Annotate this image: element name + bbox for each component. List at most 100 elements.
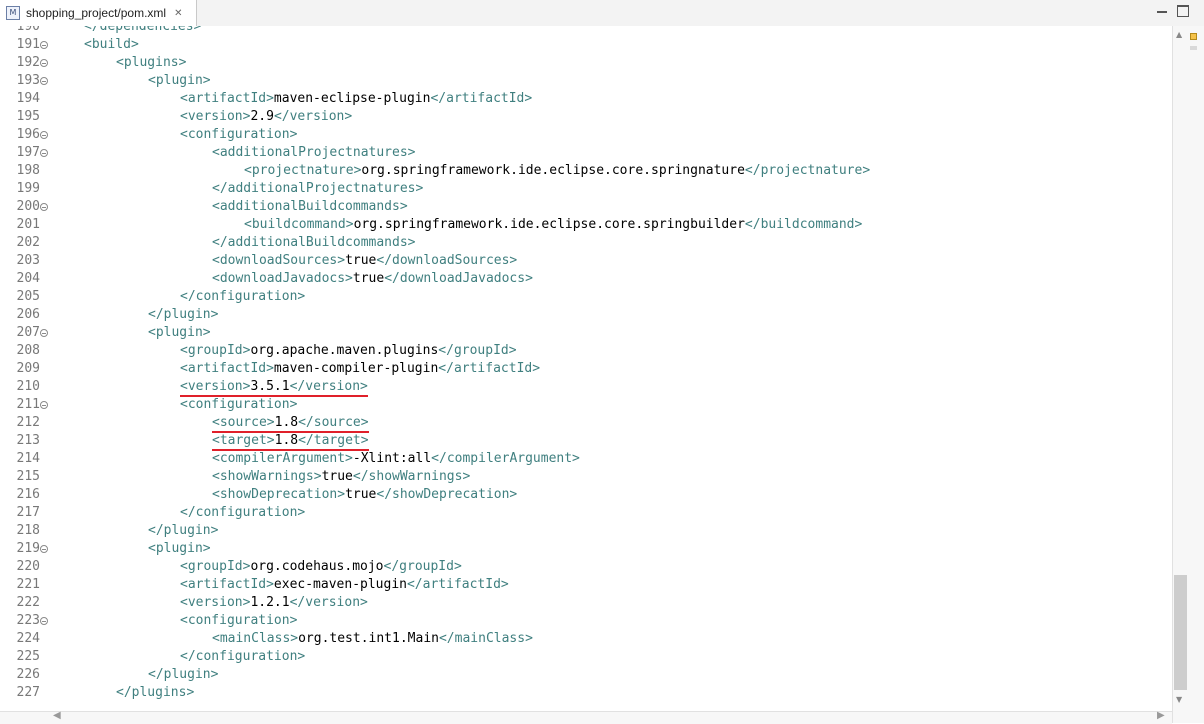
warning-marker-icon[interactable] xyxy=(1190,33,1197,40)
code-line[interactable]: 208 <groupId>org.apache.maven.plugins</gr… xyxy=(0,342,1172,360)
code-line[interactable]: 203 <downloadSources>true</downloadSource… xyxy=(0,252,1172,270)
code-line[interactable]: 224 <mainClass>org.test.int1.Main</mainCl… xyxy=(0,630,1172,648)
code-line[interactable]: 216 <showDeprecation>true</showDeprecatio… xyxy=(0,486,1172,504)
code-line[interactable]: 192 <plugins> xyxy=(0,54,1172,72)
code-line[interactable]: 213 <target>1.8</target> xyxy=(0,432,1172,451)
code-line[interactable]: 221 <artifactId>exec-maven-plugin</artifa… xyxy=(0,576,1172,594)
line-number: 195 xyxy=(16,109,40,124)
xml-end-tag: </showWarnings> xyxy=(352,469,471,484)
xml-value: 3.5.1 xyxy=(250,379,290,394)
xml-code: <compilerArgument>-Xlint:all</compilerAr… xyxy=(212,450,580,468)
xml-code: <build> xyxy=(84,36,139,54)
xml-tag: <artifactId> xyxy=(180,361,274,376)
code-line[interactable]: 206 </plugin> xyxy=(0,306,1172,324)
xml-code: </configuration> xyxy=(180,648,305,666)
xml-tag: </plugins> xyxy=(116,685,195,700)
fold-toggle-icon[interactable] xyxy=(40,617,48,625)
code-line[interactable]: 223 <configuration> xyxy=(0,612,1172,630)
close-icon[interactable]: ✕ xyxy=(174,8,182,19)
fold-toggle-icon[interactable] xyxy=(40,203,48,211)
code-line[interactable]: 198 <projectnature>org.springframework.id… xyxy=(0,162,1172,180)
code-line[interactable]: 210 <version>3.5.1</version> xyxy=(0,378,1172,397)
fold-toggle-icon[interactable] xyxy=(40,41,48,49)
scroll-up-icon[interactable]: ▲ xyxy=(1176,30,1182,39)
xml-tag: </dependencies> xyxy=(84,26,202,34)
xml-end-tag: </version> xyxy=(273,109,353,124)
line-number: 205 xyxy=(16,289,40,304)
code-line[interactable]: 193 <plugin> xyxy=(0,72,1172,90)
xml-end-tag: </artifactId> xyxy=(406,577,509,592)
xml-code: <version>1.2.1</version> xyxy=(180,594,368,612)
xml-source-editor[interactable]: 190 </dependencies> 191 <build> 192 <plugins>… xyxy=(0,26,1172,711)
code-line[interactable]: 204 <downloadJavadocs>true</downloadJavad… xyxy=(0,270,1172,288)
overview-marker xyxy=(1190,46,1197,50)
code-line[interactable]: 222 <version>1.2.1</version> xyxy=(0,594,1172,612)
xml-code: <projectnature>org.springframework.ide.e… xyxy=(244,162,870,180)
xml-tag: <downloadSources> xyxy=(212,253,346,268)
fold-toggle-icon[interactable] xyxy=(40,77,48,85)
xml-code: <configuration> xyxy=(180,396,297,414)
xml-code: </plugin> xyxy=(148,306,218,324)
line-number: 210 xyxy=(16,379,40,394)
code-line[interactable]: 209 <artifactId>maven-compiler-plugin</ar… xyxy=(0,360,1172,378)
tab-pom-xml[interactable]: M shopping_project/pom.xml ✕ xyxy=(0,0,197,26)
code-line[interactable]: 227 </plugins> xyxy=(0,684,1172,702)
fold-toggle-icon[interactable] xyxy=(40,59,48,67)
xml-tag: <artifactId> xyxy=(180,91,274,106)
line-number: 226 xyxy=(16,667,40,682)
line-number: 194 xyxy=(16,91,40,106)
maximize-button[interactable] xyxy=(1177,5,1189,17)
code-line[interactable]: 195 <version>2.9</version> xyxy=(0,108,1172,126)
scroll-right-icon[interactable]: ▶ xyxy=(1157,710,1165,721)
code-line[interactable]: 194 <artifactId>maven-eclipse-plugin</art… xyxy=(0,90,1172,108)
horizontal-scrollbar[interactable]: ◀ ▶ xyxy=(0,710,1172,724)
xml-tag: <mainClass> xyxy=(212,631,299,646)
code-line[interactable]: 214 <compilerArgument>-Xlint:all</compile… xyxy=(0,450,1172,468)
fold-toggle-icon[interactable] xyxy=(40,329,48,337)
code-line[interactable]: 200 <additionalBuildcommands> xyxy=(0,198,1172,216)
xml-tag: </configuration> xyxy=(180,649,306,664)
line-number: 227 xyxy=(16,685,40,700)
xml-tag: </plugin> xyxy=(148,523,219,538)
code-line[interactable]: 197 <additionalProjectnatures> xyxy=(0,144,1172,162)
code-line[interactable]: 215 <showWarnings>true</showWarnings> xyxy=(0,468,1172,486)
code-line[interactable]: 217 </configuration> xyxy=(0,504,1172,522)
xml-tag: <build> xyxy=(84,37,139,52)
code-line[interactable]: 225 </configuration> xyxy=(0,648,1172,666)
line-number: 216 xyxy=(16,487,40,502)
line-number: 225 xyxy=(16,649,40,664)
code-line[interactable]: 205 </configuration> xyxy=(0,288,1172,306)
scroll-thumb[interactable] xyxy=(1174,575,1187,690)
code-line[interactable]: 190 </dependencies> xyxy=(0,26,1172,36)
code-line[interactable]: 202 </additionalBuildcommands> xyxy=(0,234,1172,252)
code-line[interactable]: 207 <plugin> xyxy=(0,324,1172,342)
fold-toggle-icon[interactable] xyxy=(40,131,48,139)
xml-value: maven-eclipse-plugin xyxy=(273,91,431,106)
code-line[interactable]: 220 <groupId>org.codehaus.mojo</groupId> xyxy=(0,558,1172,576)
code-line[interactable]: 212 <source>1.8</source> xyxy=(0,414,1172,433)
code-line[interactable]: 199 </additionalProjectnatures> xyxy=(0,180,1172,198)
minimize-button[interactable] xyxy=(1156,5,1168,17)
code-line[interactable]: 218 </plugin> xyxy=(0,522,1172,540)
code-line[interactable]: 191 <build> xyxy=(0,36,1172,54)
xml-code: <artifactId>exec-maven-plugin</artifactI… xyxy=(180,576,509,594)
line-number: 190 xyxy=(16,26,40,34)
scroll-down-icon[interactable]: ▼ xyxy=(1176,695,1182,704)
code-line[interactable]: 219 <plugin> xyxy=(0,540,1172,558)
fold-toggle-icon[interactable] xyxy=(40,545,48,553)
code-line[interactable]: 201 <buildcommand>org.springframework.ide… xyxy=(0,216,1172,234)
xml-tag: <target> xyxy=(212,433,275,448)
xml-code: <downloadJavadocs>true</downloadJavadocs… xyxy=(212,270,533,288)
vertical-scrollbar[interactable]: ▲ ▼ xyxy=(1172,26,1204,723)
fold-toggle-icon[interactable] xyxy=(40,149,48,157)
code-line[interactable]: 211 <configuration> xyxy=(0,396,1172,414)
xml-value: org.springframework.ide.eclipse.core.spr… xyxy=(353,217,745,232)
fold-toggle-icon[interactable] xyxy=(40,401,48,409)
xml-tag: </configuration> xyxy=(180,289,306,304)
line-number: 220 xyxy=(16,559,40,574)
xml-tag: <version> xyxy=(180,109,251,124)
scroll-left-icon[interactable]: ◀ xyxy=(53,710,61,721)
code-line[interactable]: 226 </plugin> xyxy=(0,666,1172,684)
code-line[interactable]: 196 <configuration> xyxy=(0,126,1172,144)
xml-code: <showDeprecation>true</showDeprecation> xyxy=(212,486,517,504)
